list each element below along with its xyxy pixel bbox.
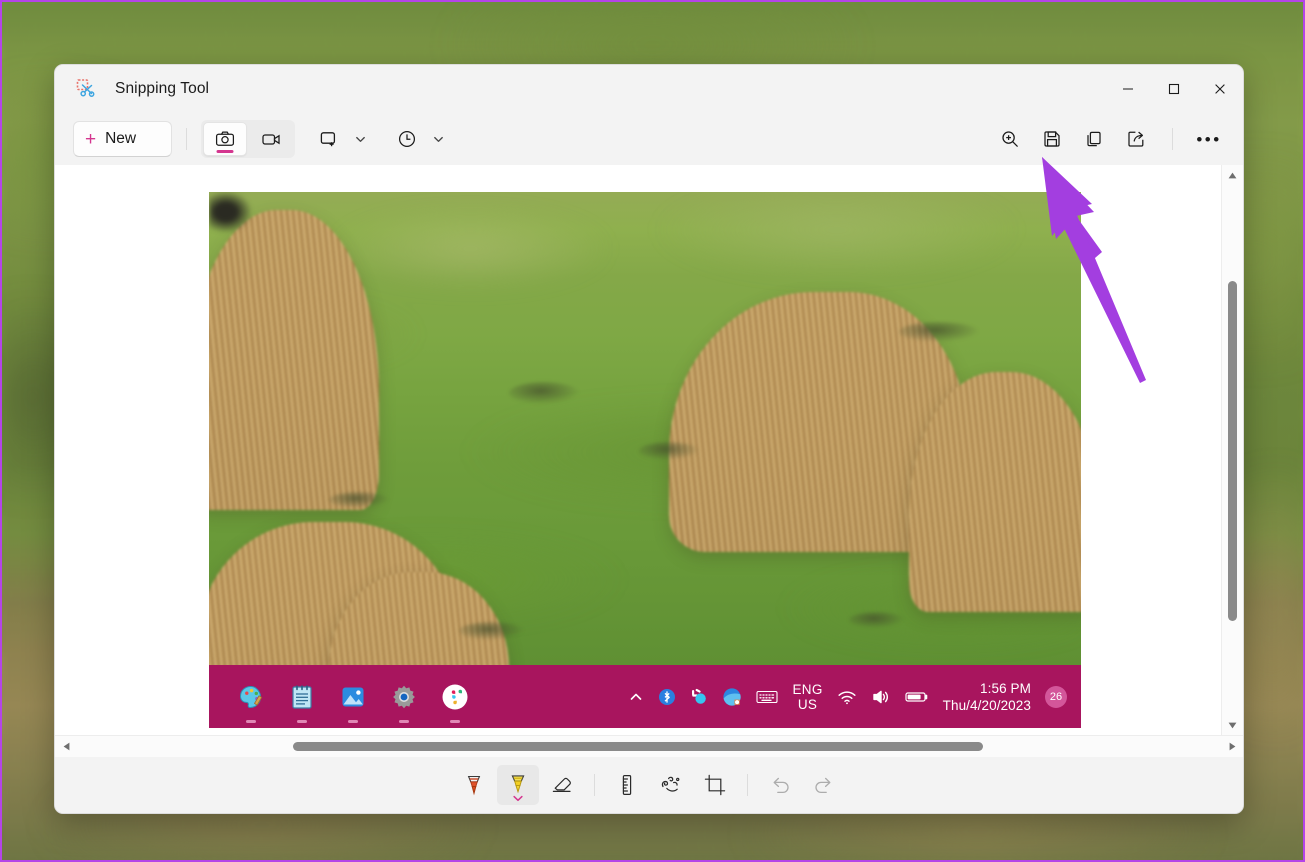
language-line2: US — [797, 696, 818, 712]
snip-mode-video[interactable] — [249, 122, 293, 156]
highlighter-tool[interactable] — [497, 765, 539, 805]
scroll-left-button[interactable] — [55, 736, 77, 758]
highlighter-chevron-down-icon[interactable] — [513, 795, 524, 804]
captured-screenshot[interactable]: ENG US 1:56 PM Thu/4/20/2023 26 — [209, 192, 1081, 728]
ground-mound — [329, 492, 389, 508]
separator — [747, 774, 748, 796]
vertical-scroll-thumb[interactable] — [1228, 281, 1237, 621]
share-button[interactable] — [1116, 121, 1156, 157]
window-controls — [1105, 65, 1243, 113]
notification-badge[interactable]: 26 — [1045, 685, 1067, 708]
grass-field-photo — [209, 192, 1081, 665]
ground-mound — [849, 612, 904, 628]
ellipsis-icon: ••• — [1196, 129, 1222, 149]
scroll-right-button[interactable] — [1221, 736, 1243, 758]
taskbar-notepad[interactable] — [286, 681, 317, 712]
taskbar-paint[interactable] — [235, 681, 266, 712]
title-bar: Snipping Tool — [55, 65, 1243, 113]
snip-shape-chevron-down-icon[interactable] — [347, 122, 373, 156]
screen: Snipping Tool + New ••• ENG US 1:56 PM T… — [0, 0, 1305, 862]
zoom-button[interactable] — [990, 121, 1030, 157]
separator — [594, 774, 595, 796]
new-snip-button[interactable]: + New — [73, 121, 172, 157]
bluetooth-icon[interactable] — [658, 688, 676, 706]
crop-tool[interactable] — [694, 765, 736, 805]
taskbar-clock[interactable]: 1:56 PM Thu/4/20/2023 — [943, 680, 1031, 714]
taskbar-slack[interactable] — [439, 681, 470, 712]
taskbar-photos[interactable] — [337, 681, 368, 712]
more-button[interactable]: ••• — [1189, 121, 1229, 157]
delay-button[interactable] — [389, 122, 425, 156]
editor-toolbar — [55, 757, 1243, 813]
ruler-tool[interactable] — [606, 765, 648, 805]
taskbar-settings[interactable] — [388, 681, 419, 712]
delay-chevron-down-icon[interactable] — [425, 122, 451, 156]
separator — [1172, 128, 1173, 150]
separator — [186, 128, 187, 150]
undo-button[interactable] — [759, 765, 801, 805]
canvas-wrapper: ENG US 1:56 PM Thu/4/20/2023 26 — [55, 165, 1243, 735]
wifi-icon[interactable] — [837, 689, 857, 705]
language-indicator[interactable]: ENG US — [792, 682, 822, 712]
ballpoint-pen-tool[interactable] — [453, 765, 495, 805]
touch-writing-tool[interactable] — [650, 765, 692, 805]
speaker-icon[interactable] — [871, 689, 891, 705]
ground-mound — [509, 382, 579, 404]
snip-shape-group — [311, 122, 373, 156]
tray-browser-icon[interactable] — [722, 687, 742, 707]
window-title: Snipping Tool — [115, 80, 210, 97]
clock-date: Thu/4/20/2023 — [942, 697, 1031, 713]
keyboard-icon[interactable] — [756, 689, 779, 705]
dark-object — [209, 192, 251, 232]
ground-mound — [459, 622, 524, 640]
vertical-scrollbar[interactable] — [1221, 165, 1243, 735]
taskbar-pinned-apps — [235, 681, 470, 712]
scroll-down-button[interactable] — [1222, 715, 1244, 735]
capture-mode-group — [201, 120, 295, 158]
language-line1: ENG — [792, 681, 823, 697]
copy-button[interactable] — [1074, 121, 1114, 157]
clock-time: 1:56 PM — [980, 680, 1031, 696]
snipping-tool-window: Snipping Tool + New ••• ENG US 1:56 PM T… — [54, 64, 1244, 814]
command-bar: + New ••• — [55, 113, 1243, 165]
minimize-button[interactable] — [1105, 65, 1151, 113]
taskbar-tray: ENG US 1:56 PM Thu/4/20/2023 26 — [628, 680, 1067, 714]
ground-mound — [639, 442, 699, 460]
scroll-up-button[interactable] — [1222, 165, 1244, 185]
close-button[interactable] — [1197, 65, 1243, 113]
chevron-up-icon[interactable] — [628, 689, 644, 705]
delay-group — [389, 122, 451, 156]
captured-taskbar: ENG US 1:56 PM Thu/4/20/2023 26 — [209, 665, 1081, 728]
horizontal-scroll-thumb[interactable] — [293, 742, 983, 751]
maximize-button[interactable] — [1151, 65, 1197, 113]
grass-tussock — [209, 210, 379, 510]
snip-shape-button[interactable] — [311, 122, 347, 156]
ground-mound — [899, 322, 979, 342]
plus-icon: + — [85, 128, 97, 150]
horizontal-scrollbar[interactable] — [55, 735, 1243, 757]
new-snip-label: New — [105, 130, 137, 147]
snipping-tool-icon — [71, 74, 101, 104]
save-button[interactable] — [1032, 121, 1072, 157]
snip-mode-camera[interactable] — [203, 122, 247, 156]
tray-slack-icon[interactable] — [690, 688, 708, 706]
eraser-tool[interactable] — [541, 765, 583, 805]
redo-button[interactable] — [803, 765, 845, 805]
command-bar-actions: ••• — [990, 121, 1229, 157]
battery-icon[interactable] — [905, 690, 929, 704]
canvas-area[interactable]: ENG US 1:56 PM Thu/4/20/2023 26 — [55, 165, 1221, 735]
